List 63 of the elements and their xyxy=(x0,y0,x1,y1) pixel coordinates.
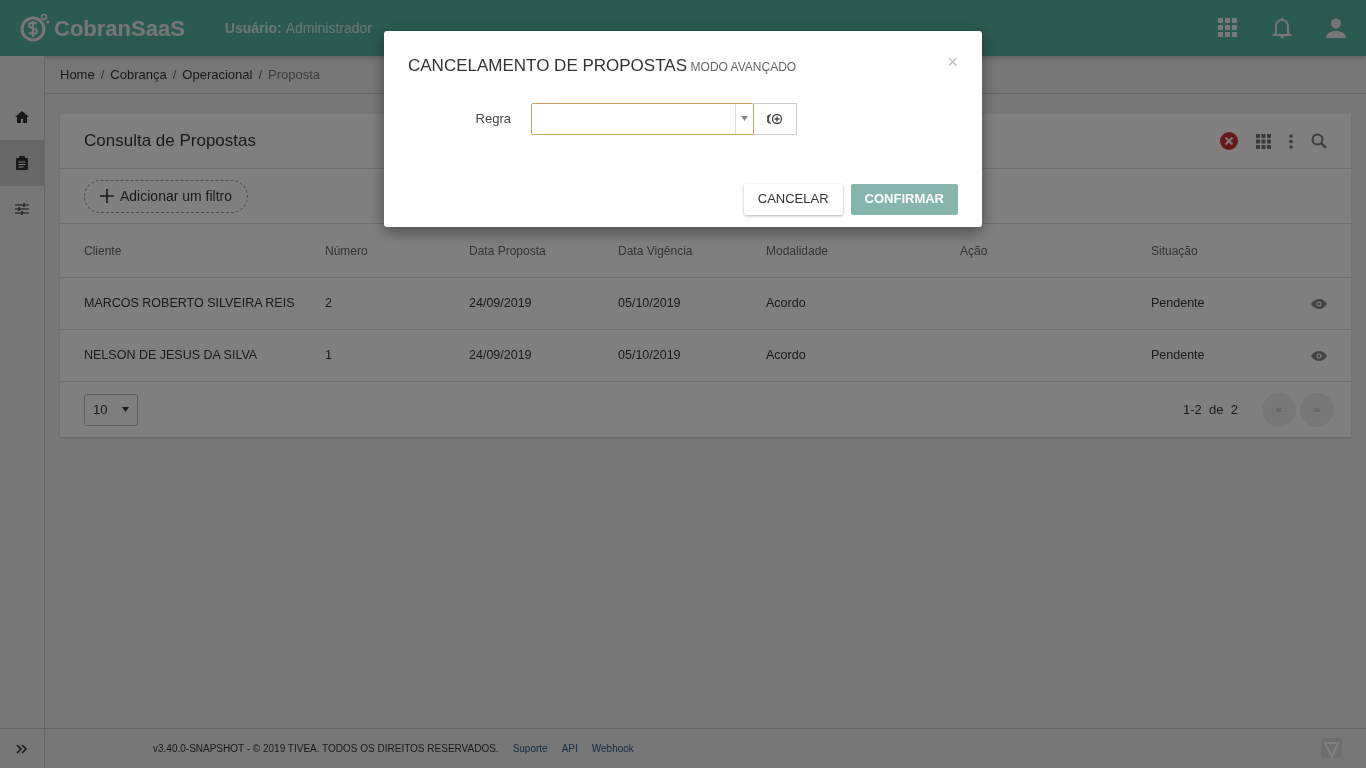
table-cell-text: 24/09/2019 xyxy=(469,295,533,313)
brand-name: CobranSaaS xyxy=(54,14,185,43)
dialog-title: CANCELAMENTO DE PROPOSTAS xyxy=(408,56,687,75)
cancel-button[interactable]: CANCELAR xyxy=(743,183,843,215)
table-cell-text: Acordo xyxy=(766,295,807,313)
plus-icon xyxy=(100,189,114,203)
caret-icon xyxy=(741,116,748,121)
clear-icon[interactable] xyxy=(1220,132,1238,150)
user-name: Administrador xyxy=(285,18,372,38)
view-icon[interactable] xyxy=(1311,350,1327,361)
column-header: Número xyxy=(325,242,369,260)
table-cell-text: 2 xyxy=(325,295,333,313)
sidebar-item[interactable] xyxy=(0,140,44,186)
copyright-text: v3.40.0-SNAPSHOT - © 2019 TIVEA. TODOS OS DIREITOS RESERVADOS. xyxy=(153,742,499,756)
clipboard-icon xyxy=(15,156,29,170)
breadcrumb-link[interactable]: Home xyxy=(60,64,95,85)
table-cell-text: 24/09/2019 xyxy=(469,347,533,365)
column-header: Situação xyxy=(1151,242,1199,260)
home-icon xyxy=(15,110,29,124)
pagination-range: 1-2 de 2 xyxy=(1183,400,1238,419)
table-cell-text: 05/10/2019 xyxy=(618,347,682,365)
column-header: Data Proposta xyxy=(469,242,547,260)
column-header: Cliente xyxy=(84,242,123,260)
card-title: Consulta de Propostas xyxy=(84,130,256,153)
footer-link[interactable]: Webhook xyxy=(591,741,634,756)
apps-grid-icon[interactable] xyxy=(1218,18,1238,38)
breadcrumb-current: Proposta xyxy=(268,65,321,84)
table-cell-text: Acordo xyxy=(766,347,807,365)
table-cell-text: 05/10/2019 xyxy=(618,295,682,313)
breadcrumb-separator: / xyxy=(100,65,105,84)
more-icon[interactable] xyxy=(1289,133,1293,149)
add-icon xyxy=(767,112,783,125)
field-label: Regra xyxy=(474,109,512,128)
search-icon[interactable] xyxy=(1311,133,1327,149)
footer-link[interactable]: Suporte xyxy=(512,741,548,756)
close-button[interactable]: × xyxy=(947,53,958,71)
bell-icon[interactable] xyxy=(1272,17,1292,39)
column-header: Modalidade xyxy=(766,242,830,260)
user-label: Usuário: xyxy=(224,18,282,38)
table-cell-text: 1 xyxy=(325,347,333,365)
table-cell-text: Pendente xyxy=(1151,347,1206,365)
columns-grid-icon[interactable] xyxy=(1256,133,1271,149)
page-size-select[interactable]: 10 xyxy=(84,393,138,426)
logo-icon xyxy=(20,13,50,43)
breadcrumb-separator: / xyxy=(258,65,263,84)
expand-icon[interactable] xyxy=(16,743,28,754)
footer-link[interactable]: API xyxy=(561,741,578,756)
breadcrumb-link[interactable]: Cobrança xyxy=(110,64,167,85)
table-cell-text: MARCOS ROBERTO SILVEIRA REIS xyxy=(84,295,296,313)
user-icon[interactable] xyxy=(1326,18,1346,38)
add-rule-button[interactable] xyxy=(754,102,797,135)
column-header: Data Vigência xyxy=(618,242,694,260)
previous-page-button[interactable]: « xyxy=(1262,392,1296,427)
sliders-icon xyxy=(15,202,29,216)
view-icon[interactable] xyxy=(1311,298,1327,309)
caret-icon xyxy=(122,407,129,412)
next-page-button[interactable]: » xyxy=(1300,392,1334,427)
column-header: Ação xyxy=(960,242,989,260)
table-cell-text: Pendente xyxy=(1151,295,1206,313)
table-cell-text: NELSON DE JESUS DA SILVA xyxy=(84,347,259,365)
breadcrumb-separator: / xyxy=(172,65,177,84)
breadcrumb-link[interactable]: Operacional xyxy=(182,64,253,85)
dialog-subtitle: MODO AVANÇADO xyxy=(690,60,797,74)
